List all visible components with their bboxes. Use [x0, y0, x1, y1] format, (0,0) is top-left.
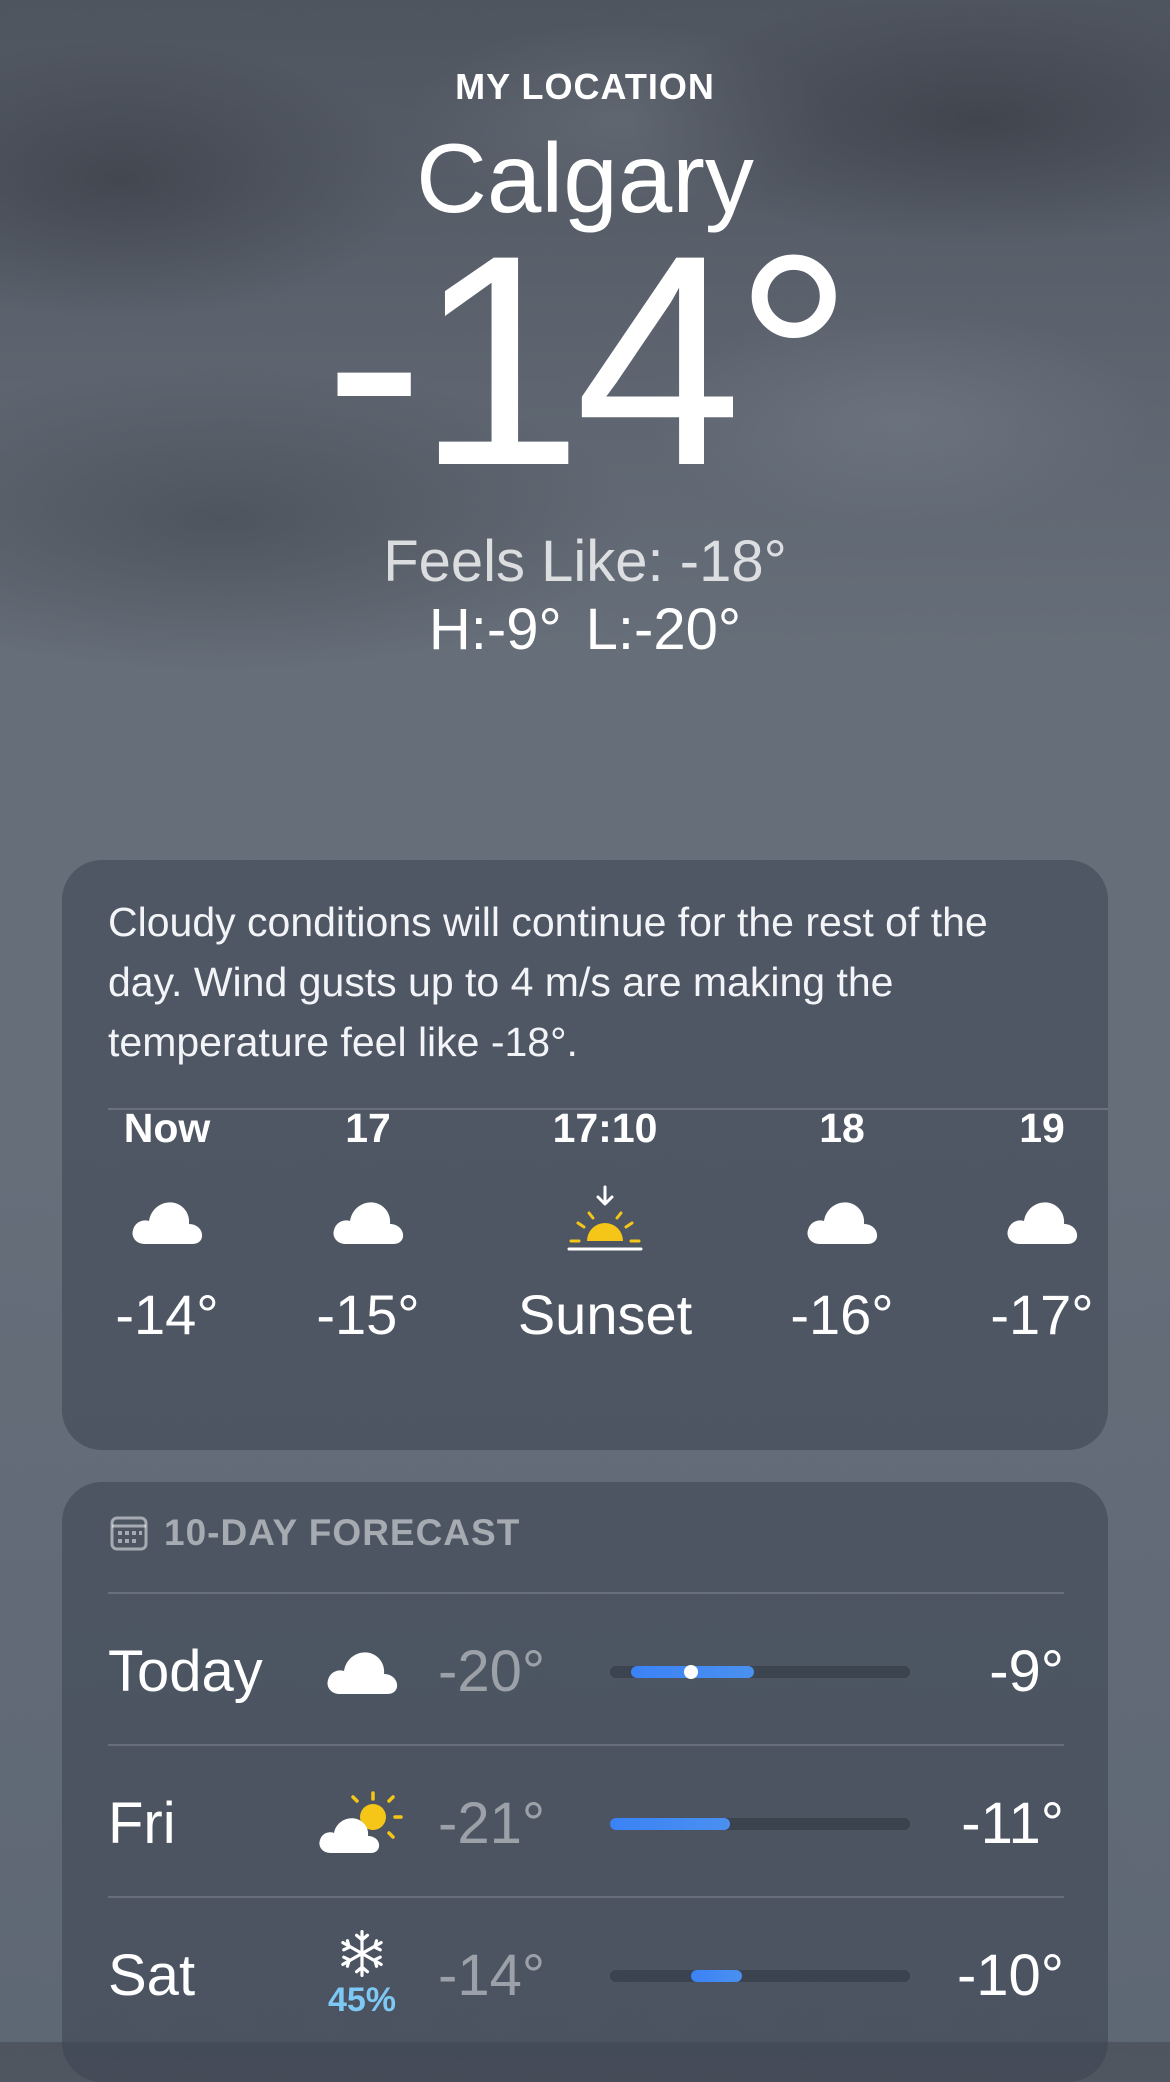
hour-item-17[interactable]: 17 -15°	[268, 1105, 468, 1347]
day-label: Sat	[108, 1943, 196, 2008]
temp-range-fill	[691, 1970, 742, 1982]
location-label: MY LOCATION	[455, 66, 715, 107]
cloud-icon	[67, 1180, 267, 1260]
low-temp: -20°	[438, 1639, 546, 1704]
hour-temp: Sunset	[517, 1283, 693, 1346]
snowflake-icon: 45%	[316, 1928, 408, 2020]
hour-temp: -16°	[790, 1283, 894, 1346]
cloud-icon	[268, 1180, 468, 1260]
current-temperature: -14°	[324, 192, 854, 528]
low-temp: -14°	[438, 1943, 546, 2008]
high-temp: -9°	[989, 1639, 1064, 1704]
hour-item-19[interactable]: 19 -17°	[942, 1105, 1142, 1347]
temp-range-bar	[610, 1818, 910, 1830]
forecast-row-fri[interactable]: Fri -21° -11°	[108, 1746, 1064, 1896]
hour-temp: -15°	[316, 1283, 420, 1346]
day-label: Today	[108, 1639, 263, 1704]
hour-temp: -17°	[990, 1283, 1094, 1346]
precipitation-chance: 45%	[327, 1981, 397, 2019]
high-low: H:-9° L:-20°	[0, 596, 1170, 663]
cloud-icon	[942, 1180, 1142, 1260]
cloud-icon	[742, 1180, 942, 1260]
high-temp: -11°	[961, 1791, 1064, 1856]
temp-range-fill	[610, 1818, 730, 1830]
hour-time: Now	[123, 1105, 211, 1151]
temp-range-bar	[610, 1665, 910, 1679]
forecast-row-today[interactable]: Today -20° -9°	[108, 1594, 1064, 1744]
current-temp-dot	[684, 1665, 698, 1679]
hour-temp: -14°	[115, 1283, 219, 1346]
calendar-icon	[110, 1515, 148, 1551]
hour-item-18[interactable]: 18 -16°	[742, 1105, 942, 1347]
ten-day-forecast-card[interactable]: 10-DAY FORECAST Today -20° -9° Fri -21° …	[62, 1482, 1108, 2082]
hour-time: 18	[819, 1105, 865, 1151]
day-label: Fri	[108, 1791, 176, 1856]
high-temp: H:-9°	[428, 597, 562, 662]
forecast-title: 10-DAY FORECAST	[164, 1512, 521, 1553]
conditions-summary: Cloudy conditions will continue for the …	[108, 899, 988, 1065]
forecast-row-sat[interactable]: Sat 45% -14° -10°	[108, 1898, 1064, 2048]
feels-like: Feels Like: -18°	[383, 529, 787, 594]
hour-item-now[interactable]: Now -14°	[67, 1105, 267, 1347]
sunset-icon	[485, 1180, 725, 1260]
forecast-header: 10-DAY FORECAST	[110, 1512, 520, 1554]
hour-item-sunset[interactable]: 17:10 Sunset	[485, 1105, 725, 1347]
high-temp: -10°	[956, 1943, 1064, 2008]
partly-sunny-icon	[316, 1776, 408, 1868]
temp-range-bar	[610, 1970, 910, 1982]
hour-time: 19	[1019, 1105, 1065, 1151]
hour-time: 17	[345, 1105, 391, 1151]
low-temp: -21°	[438, 1791, 546, 1856]
low-temp: L:-20°	[585, 597, 742, 662]
cloud-icon	[316, 1624, 408, 1716]
hour-time: 17:10	[552, 1105, 658, 1151]
